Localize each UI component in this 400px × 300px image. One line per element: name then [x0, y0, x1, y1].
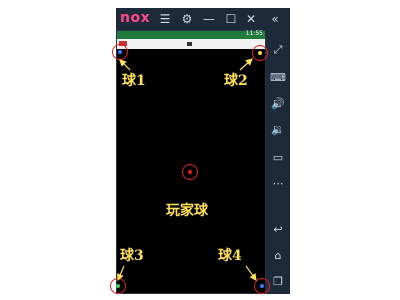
ball-2-label: 球2	[224, 73, 248, 89]
collapse-icon[interactable]: «	[268, 12, 282, 26]
status-time: 11:55	[245, 30, 263, 37]
back-icon[interactable]: ↩	[266, 222, 290, 238]
ball-4-label: 球4	[218, 248, 242, 264]
nox-logo: nox	[120, 10, 151, 26]
menu-icon[interactable]: ☰	[158, 12, 172, 26]
player-ball-label: 玩家球	[166, 203, 208, 219]
player-ball-dot	[188, 170, 192, 174]
home-icon[interactable]: ⌂	[266, 248, 290, 264]
ball-1-dot	[118, 50, 122, 54]
more-icon[interactable]: ⋯	[266, 176, 290, 192]
screen-icon[interactable]: ▭	[266, 150, 290, 166]
ball-3-dot	[116, 284, 120, 288]
gear-icon[interactable]: ⚙	[180, 12, 194, 26]
player-ball-circle	[182, 164, 198, 180]
ball-3-circle	[110, 278, 126, 294]
android-status-bar: 11:55	[117, 30, 265, 39]
volume-up-icon[interactable]: 🔊	[266, 96, 290, 112]
keyboard-icon[interactable]: ⌨	[266, 70, 290, 86]
ball-4-circle	[254, 278, 270, 294]
browser-url-bar[interactable]	[117, 39, 265, 49]
expand-icon[interactable]: ⤢	[266, 42, 290, 58]
ball-2-circle	[252, 45, 268, 61]
volume-down-icon[interactable]: 🔉	[266, 122, 290, 138]
ball-1-circle	[112, 44, 128, 60]
ball-4-dot	[260, 284, 264, 288]
close-icon[interactable]: ✕	[244, 12, 258, 26]
maximize-icon[interactable]: ☐	[224, 12, 238, 26]
emulator-sidebar: ⤢ ⌨ 🔊 🔉 ▭ ⋯ ↩ ⌂ ❐	[266, 30, 290, 294]
emulator-titlebar: nox ☰ ⚙ — ☐ ✕ «	[116, 8, 290, 30]
ball-2-dot	[258, 51, 262, 55]
url-indicator	[187, 42, 192, 46]
ball-1-label: 球1	[122, 73, 146, 89]
ball-3-label: 球3	[120, 248, 144, 264]
minimize-icon[interactable]: —	[202, 12, 216, 26]
